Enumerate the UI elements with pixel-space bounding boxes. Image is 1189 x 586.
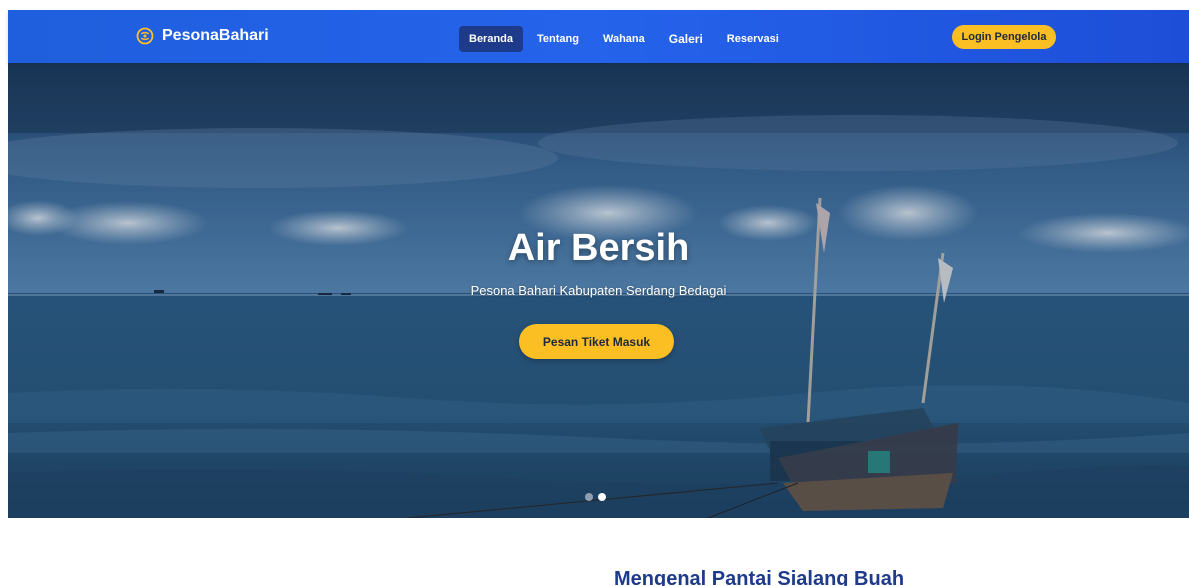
carousel-indicators (585, 493, 611, 501)
login-button[interactable]: Login Pengelola (952, 25, 1056, 49)
navbar: PesonaBahari Beranda Tentang Wahana Gale… (8, 10, 1189, 63)
compass-icon (136, 27, 154, 45)
hero-carousel: Air Bersih Pesona Bahari Kabupaten Serda… (8, 63, 1189, 518)
nav-link-reservasi[interactable]: Reservasi (717, 26, 789, 52)
brand-name: PesonaBahari (162, 27, 269, 44)
brand-logo[interactable]: PesonaBahari (136, 27, 269, 45)
nav-link-tentang[interactable]: Tentang (527, 26, 589, 52)
carousel-dot-1[interactable] (585, 493, 593, 501)
page-edge (0, 0, 8, 586)
nav-link-wahana[interactable]: Wahana (593, 26, 655, 52)
page: PesonaBahari Beranda Tentang Wahana Gale… (0, 0, 1189, 586)
carousel-dot-2[interactable] (598, 493, 606, 501)
about-section-title: Mengenal Pantai Sialang Buah (614, 568, 905, 586)
hero-subtitle: Pesona Bahari Kabupaten Serdang Bedagai (470, 283, 727, 298)
nav-link-beranda[interactable]: Beranda (459, 26, 524, 52)
nav-menu: Beranda Tentang Wahana Galeri Reservasi (459, 25, 793, 53)
hero-title: Air Bersih (507, 227, 690, 269)
nav-link-galeri[interactable]: Galeri (659, 25, 713, 53)
book-ticket-button[interactable]: Pesan Tiket Masuk (519, 324, 674, 359)
